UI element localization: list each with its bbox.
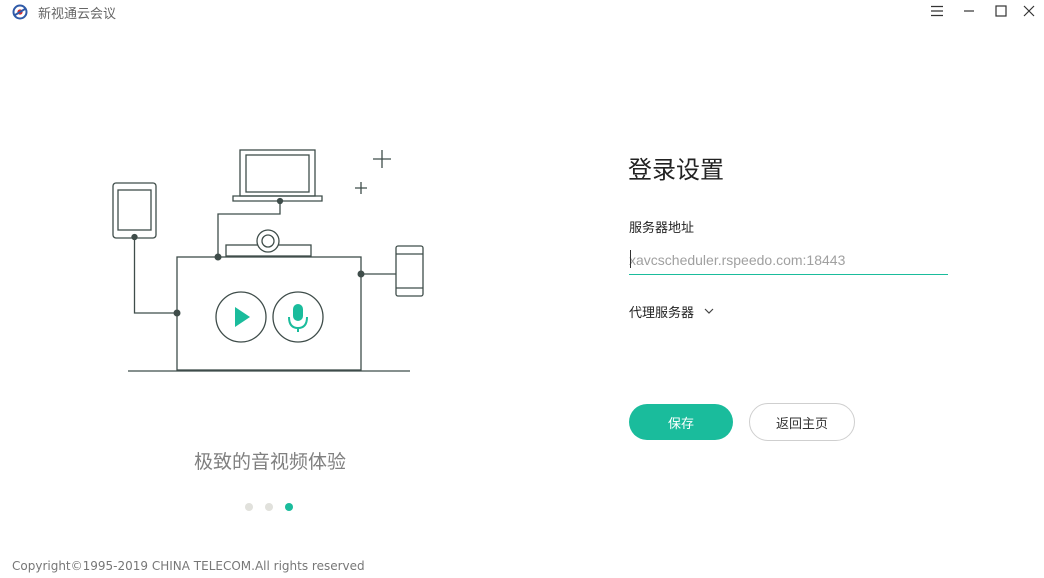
page-title: 登录设置 — [628, 156, 724, 184]
maximize-icon — [995, 5, 1007, 17]
play-icon — [215, 291, 267, 343]
tablet-icon — [112, 182, 157, 241]
carousel-dot[interactable] — [265, 503, 273, 511]
devices-illustration — [112, 149, 424, 372]
server-address-input[interactable] — [629, 246, 948, 275]
save-button[interactable]: 保存 — [629, 404, 733, 440]
minimize-icon — [964, 10, 974, 12]
microphone-icon — [272, 291, 324, 343]
menu-button[interactable] — [920, 0, 954, 22]
minimize-button[interactable] — [952, 0, 986, 22]
title-bar: 新视通云会议 — [0, 0, 1044, 24]
carousel-tagline: 极致的音视频体验 — [193, 451, 346, 473]
close-icon — [1023, 5, 1035, 17]
sparkle-icon — [373, 150, 391, 168]
carousel-dot-active[interactable] — [285, 503, 293, 511]
laptop-icon — [232, 149, 323, 205]
back-home-button[interactable]: 返回主页 — [749, 403, 855, 441]
menu-icon — [931, 5, 943, 17]
proxy-server-label: 代理服务器 — [629, 306, 695, 321]
server-address-label: 服务器地址 — [629, 221, 695, 236]
carousel-dot[interactable] — [245, 503, 253, 511]
chevron-down-icon — [704, 308, 714, 315]
camera-icon — [225, 229, 312, 257]
window-title: 新视通云会议 — [38, 7, 117, 22]
text-caret — [630, 250, 631, 268]
sparkle-icon — [355, 182, 367, 194]
close-button[interactable] — [1012, 0, 1044, 22]
proxy-server-toggle[interactable]: 代理服务器 — [629, 302, 714, 321]
phone-icon — [395, 245, 424, 297]
app-logo — [12, 4, 28, 20]
copyright-footer: Copyright©1995-2019 CHINA TELECOM.All ri… — [12, 559, 365, 573]
